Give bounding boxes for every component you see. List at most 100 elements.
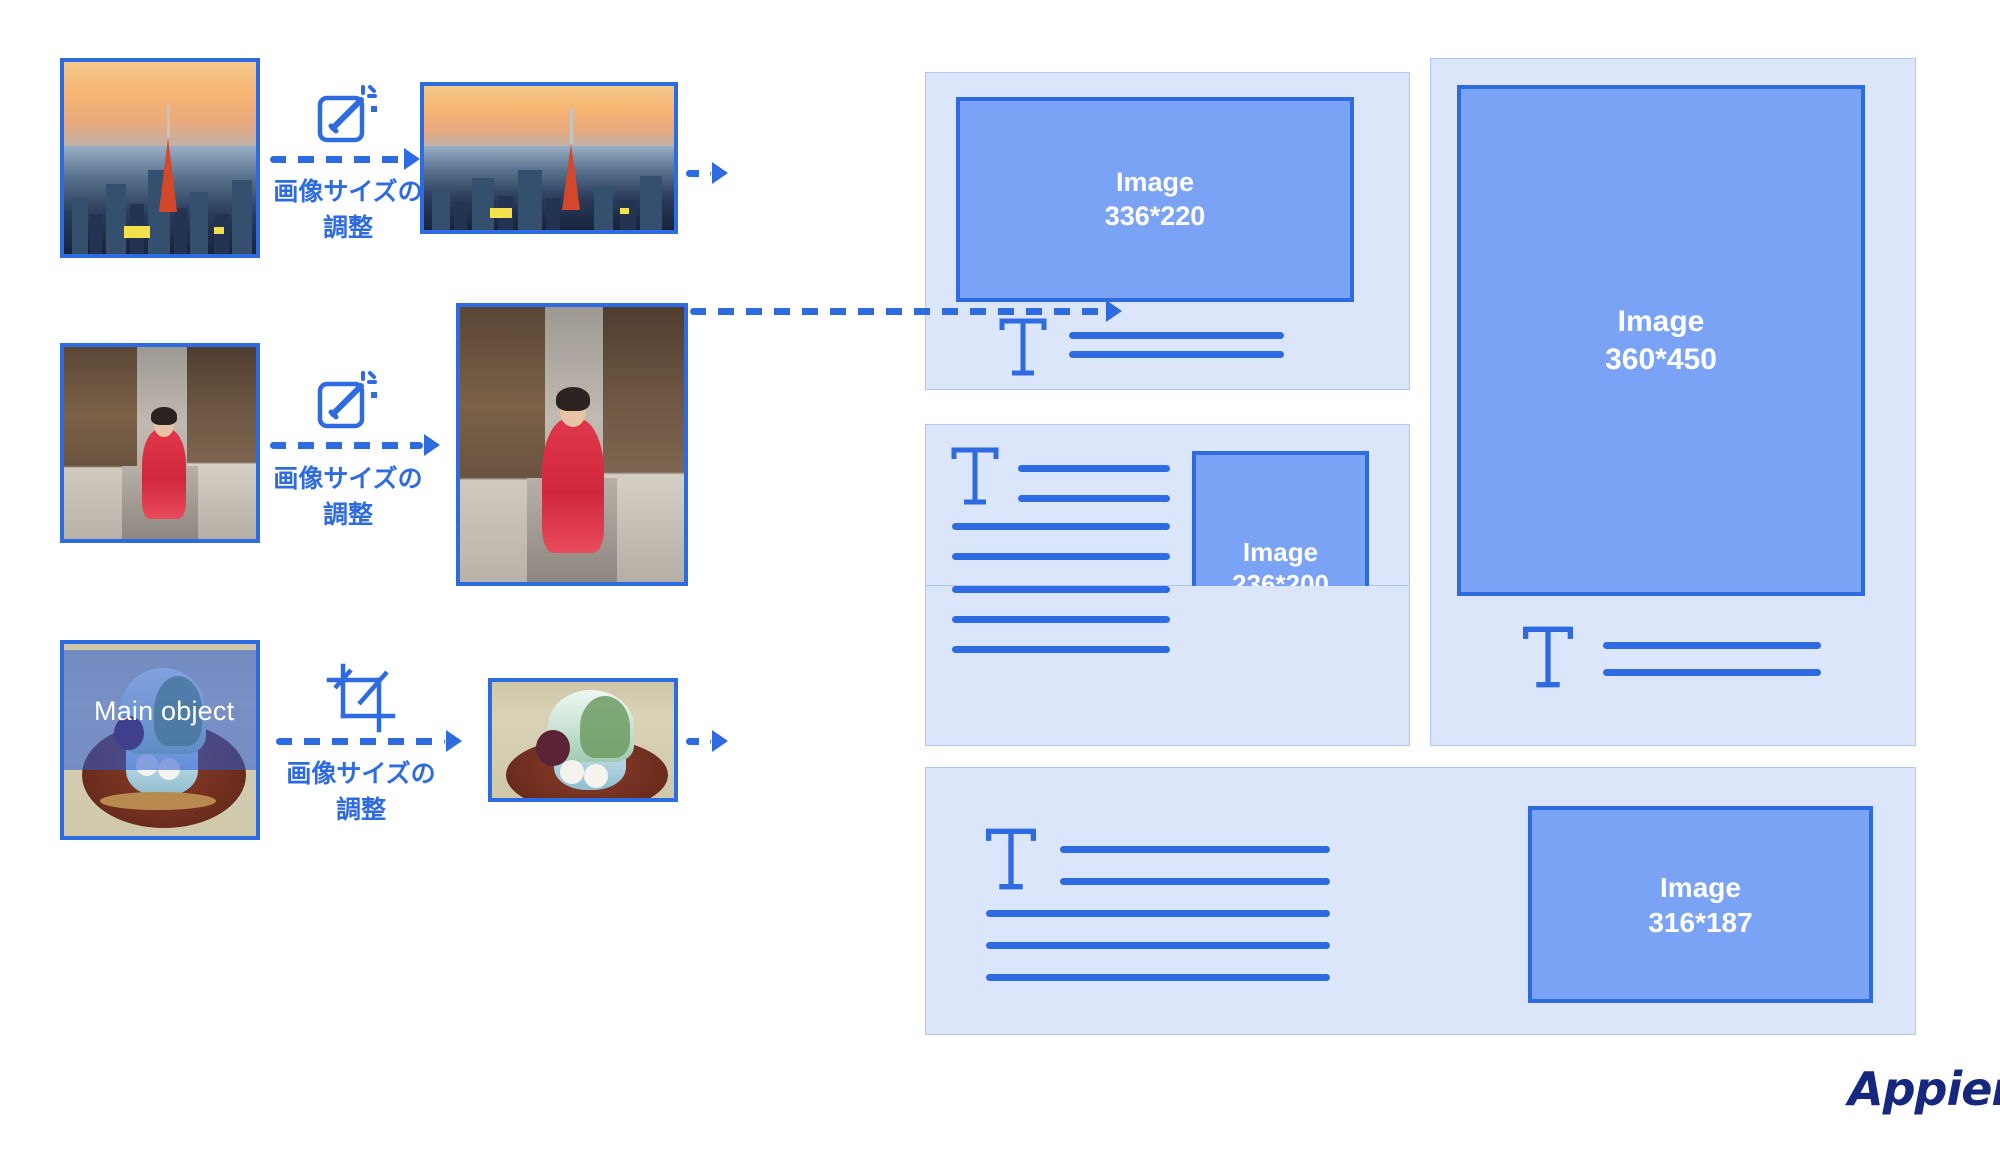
azuki-beans [536,730,570,766]
building [594,186,613,230]
mochi-ball [584,764,608,788]
building [546,198,560,230]
source-photo-tokyo [60,58,260,258]
text-line [952,523,1170,530]
building [214,214,229,254]
text-T-icon [999,318,1047,376]
magic-wand-edit-icon [317,85,377,143]
light-glow [124,226,150,238]
caption-resize-tokyo: 画像サイズの 調整 [268,174,428,244]
tokyo-tower [562,144,580,210]
image-label-line-2: 336*220 [1104,200,1206,231]
cropped-photo-kakigori [488,678,678,802]
text-line [986,974,1330,981]
text-line [952,646,1170,653]
caption-resize-kyoto: 画像サイズの 調整 [268,461,428,531]
building [620,200,636,230]
arrow-to-card-360-450 [690,300,1122,322]
caption-line-1: 画像サイズの [286,760,436,788]
kimono-figure [142,429,186,519]
figure-hair [151,407,177,425]
main-object-label: Main object [94,696,235,726]
image-placeholder-316-187[interactable]: Image 316*187 [1528,806,1873,1003]
text-line [952,553,1170,560]
image-label-line-1: Image [1115,166,1195,197]
building [90,214,102,254]
light-glow [214,227,224,234]
image-label-line-2: 316*187 [1648,906,1753,938]
layout-card-236-200-lower[interactable] [925,586,1410,746]
dashed-line [270,155,403,163]
layout-card-316-187[interactable]: Image 316*187 [925,767,1916,1035]
caption-line-2: 調整 [335,796,386,825]
building [72,198,88,254]
source-photo-kakigori: Main object [60,640,260,840]
text-line [1060,878,1330,885]
text-T-icon [1522,626,1574,688]
image-label-line-1: Image [1617,305,1705,338]
magic-wand-edit-icon [317,371,377,429]
text-T-icon [951,447,999,505]
building [518,170,542,230]
text-line [1603,669,1821,676]
image-label-line-1: Image [1660,871,1741,903]
arrow-crop-kakigori [276,730,462,752]
building [106,184,126,254]
image-placeholder-336-220[interactable]: Image 336*220 [956,97,1354,302]
arrow-head [1106,300,1122,322]
text-line [986,910,1330,917]
appier-logo: Appier [1848,1062,2000,1116]
image-placeholder-360-450[interactable]: Image 360*450 [1457,85,1865,596]
layout-card-360-450[interactable]: Image 360*450 [1430,58,1916,746]
arrow-head [424,434,440,456]
arrow-to-card-316-187 [686,730,728,752]
caption-line-1: 画像サイズの [273,178,423,206]
building [472,178,494,230]
layout-card-336-220[interactable]: Image 336*220 [925,72,1410,390]
text-line [1603,642,1821,649]
building [432,190,450,230]
arrow-head [404,148,420,170]
dashed-line [690,307,1105,315]
text-line [952,586,1170,593]
image-label-line-1: Image [1242,536,1319,567]
dashed-line [686,169,711,177]
resized-photo-kyoto [456,303,688,586]
arrow-head [446,730,462,752]
building [454,202,467,230]
photo-sky [424,86,674,150]
arrow-to-card-336-220 [686,162,728,184]
light-glow [490,208,512,218]
light-glow [620,208,629,214]
text-line [1060,846,1330,853]
mochi-ball [560,760,584,784]
crop-icon [326,663,396,733]
tokyo-tower-antenna [167,104,170,138]
tokyo-tower-antenna [570,108,573,144]
dashed-line [686,737,711,745]
arrow-resize-tokyo [270,148,420,170]
arrow-resize-kyoto [270,434,440,456]
tokyo-tower [159,138,177,212]
building [232,180,252,254]
text-line [1069,351,1284,358]
resized-photo-tokyo [420,82,678,234]
text-line [1018,465,1170,472]
arrow-head [712,162,728,184]
building [640,176,662,230]
text-line [1069,332,1284,339]
dashed-line [276,737,445,745]
arrow-head [712,730,728,752]
text-line [1018,495,1170,502]
building [190,192,208,254]
caption-line-2: 調整 [322,501,373,530]
text-line [986,942,1330,949]
figure-hair [556,387,590,411]
caption-line-2: 調整 [322,214,373,243]
text-line [952,616,1170,623]
source-photo-kyoto [60,343,260,543]
image-label-line-2: 360*450 [1605,342,1717,376]
layout-card-236-200-body[interactable]: Image 236*200 [925,424,1410,685]
wooden-spoon [100,792,216,810]
caption-crop-kakigori: 画像サイズの 調整 [276,756,446,826]
